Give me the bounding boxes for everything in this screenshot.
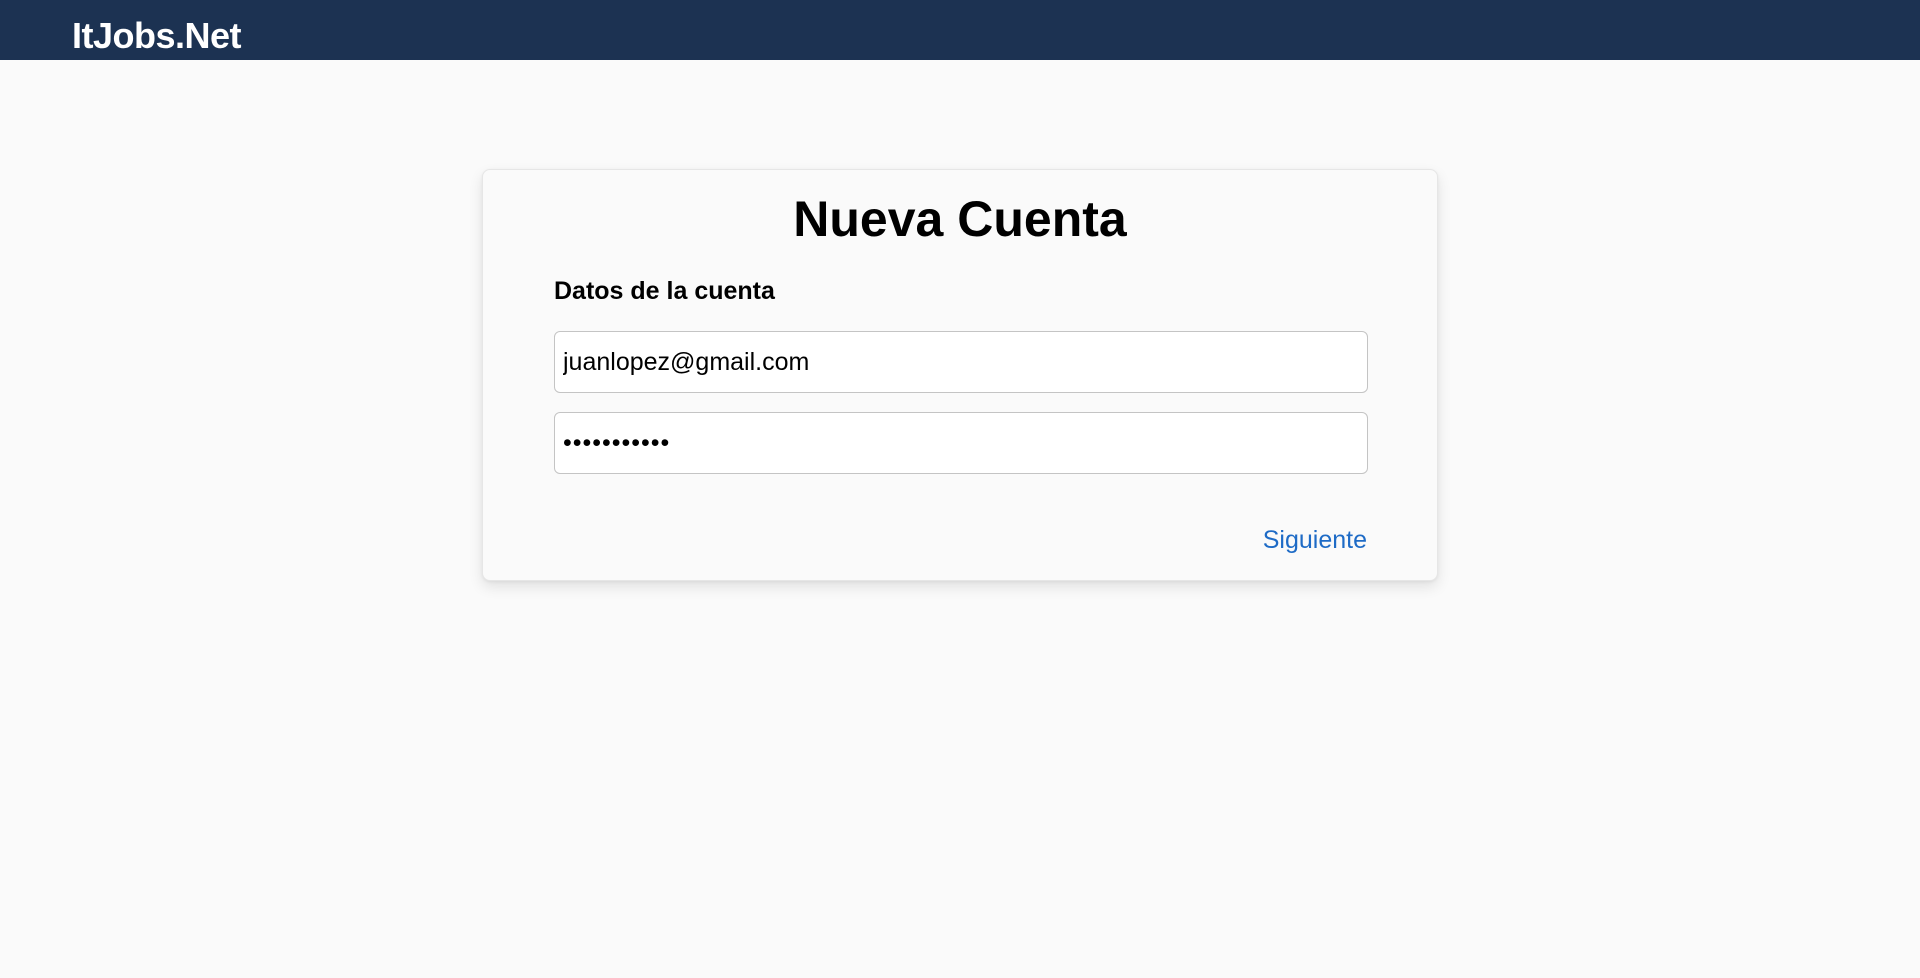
top-navbar: ItJobs.Net [0,0,1920,60]
password-field[interactable] [554,412,1368,474]
signup-card: Nueva Cuenta Datos de la cuenta Siguient… [482,169,1438,581]
email-field[interactable] [554,331,1368,393]
next-button[interactable]: Siguiente [1263,523,1367,557]
account-section-label: Datos de la cuenta [554,277,775,305]
page-title: Nueva Cuenta [793,191,1127,247]
brand-logo-link[interactable]: ItJobs.Net [72,14,242,58]
